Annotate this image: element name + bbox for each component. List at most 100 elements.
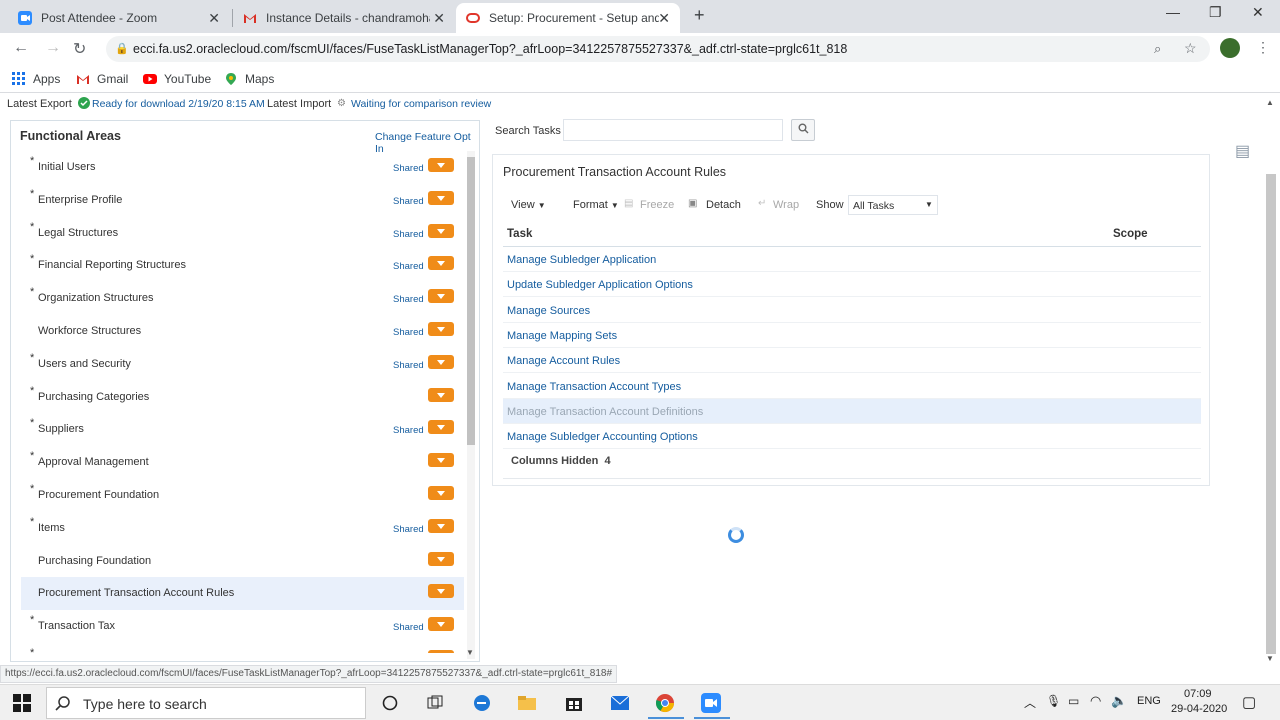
volume-icon[interactable]: 🔈 [1111, 693, 1127, 709]
expand-dropdown-icon[interactable] [428, 486, 454, 500]
task-link[interactable]: Manage Subledger Accounting Options [507, 431, 698, 443]
task-link[interactable]: Manage Transaction Account Types [507, 381, 681, 393]
bookmark-gmail[interactable]: Gmail [76, 72, 128, 86]
chrome-icon[interactable] [654, 693, 676, 713]
scrollbar-thumb[interactable] [467, 157, 475, 445]
bookmark-star-icon[interactable]: ☆ [1184, 40, 1197, 57]
browser-tab-zoom[interactable]: Post Attendee - Zoom ✕ [8, 3, 230, 33]
shared-link[interactable]: Shared [393, 261, 424, 272]
functional-area-row[interactable]: *Self Service Procurement [21, 643, 464, 653]
minimize-icon[interactable]: — [1166, 4, 1180, 20]
windows-start-icon[interactable] [11, 693, 33, 713]
cortana-icon[interactable] [379, 693, 401, 713]
scroll-down-icon[interactable]: ▼ [1266, 654, 1274, 663]
close-icon[interactable]: ✕ [658, 10, 670, 27]
functional-area-row[interactable]: * Organization Structures Shared [21, 282, 464, 315]
window-close-icon[interactable]: ✕ [1252, 4, 1264, 21]
page-scrollbar-thumb[interactable] [1266, 174, 1276, 654]
bookmark-youtube[interactable]: YouTube [143, 72, 211, 86]
shared-link[interactable]: Shared [393, 360, 424, 371]
file-explorer-icon[interactable] [516, 693, 538, 713]
address-bar[interactable]: 🔒 ecci.fa.us2.oraclecloud.com/fscmUI/fac… [106, 36, 1210, 62]
maximize-icon[interactable]: ❐ [1209, 4, 1222, 21]
wrap-button[interactable]: Wrap [773, 199, 799, 211]
bookmark-apps[interactable]: Apps [12, 72, 60, 86]
functional-area-row[interactable]: * Suppliers Shared [21, 413, 464, 446]
functional-area-row[interactable]: * Transaction Tax Shared [21, 610, 464, 643]
task-link[interactable]: Manage Subledger Application [507, 254, 656, 266]
expand-dropdown-icon[interactable] [428, 617, 454, 632]
battery-icon[interactable]: ▭ [1068, 694, 1079, 708]
taskbar-search-box[interactable]: Type here to search [46, 687, 366, 719]
expand-dropdown-icon[interactable] [428, 387, 454, 402]
view-menu[interactable]: View ▼ [511, 199, 546, 211]
back-icon[interactable]: ← [13, 39, 29, 57]
format-menu[interactable]: Format ▼ [573, 199, 619, 211]
expand-dropdown-icon[interactable] [428, 518, 454, 533]
expand-dropdown-icon[interactable] [428, 190, 454, 205]
expand-dropdown-icon[interactable] [428, 289, 454, 304]
panel-toggle-icon[interactable]: ▤ [1235, 141, 1250, 161]
bookmark-maps[interactable]: Maps [224, 72, 274, 86]
avatar[interactable] [1220, 38, 1240, 58]
forward-icon[interactable]: → [45, 39, 61, 57]
functional-area-row[interactable]: * Legal Structures Shared [21, 217, 464, 250]
task-row[interactable]: Manage Mapping Sets [503, 323, 1201, 348]
shared-link[interactable]: Shared [393, 163, 424, 174]
clock-time[interactable]: 07:09 [1184, 688, 1212, 700]
zoom-app-icon[interactable] [700, 693, 722, 713]
export-status-link[interactable]: Ready for download 2/19/20 8:15 AM [92, 98, 265, 110]
functional-area-row[interactable]: Purchasing Foundation [21, 545, 464, 578]
microphone-icon[interactable]: 🎙 [1046, 694, 1061, 708]
functional-area-row[interactable]: * Financial Reporting Structures Shared [21, 249, 464, 282]
scroll-up-icon[interactable]: ▲ [1266, 98, 1274, 107]
import-status-link[interactable]: Waiting for comparison review [351, 98, 491, 110]
mail-icon[interactable] [609, 693, 631, 713]
task-column-header[interactable]: Task [507, 228, 532, 240]
freeze-button[interactable]: Freeze [640, 199, 674, 211]
shared-link[interactable]: Shared [393, 196, 424, 207]
task-row[interactable]: Manage Transaction Account Definitions [503, 398, 1201, 424]
store-icon[interactable] [563, 693, 585, 713]
shared-link[interactable]: Shared [393, 327, 424, 338]
new-tab-icon[interactable]: + [694, 5, 705, 26]
task-link[interactable]: Manage Transaction Account Definitions [507, 406, 703, 418]
functional-area-row[interactable]: * Approval Management [21, 446, 464, 479]
functional-area-row[interactable]: * Purchasing Categories [21, 381, 464, 414]
expand-dropdown-icon[interactable] [428, 354, 454, 369]
task-view-icon[interactable] [424, 693, 446, 713]
task-link[interactable]: Manage Sources [507, 305, 590, 317]
browser-tab-gmail[interactable]: Instance Details - chandramohar ✕ [233, 3, 455, 33]
shared-link[interactable]: Shared [393, 425, 424, 436]
expand-dropdown-icon[interactable] [428, 322, 454, 336]
menu-icon[interactable]: ⋮ [1256, 39, 1270, 56]
scroll-down-icon[interactable]: ▼ [466, 648, 474, 657]
close-icon[interactable]: ✕ [433, 10, 445, 27]
reload-icon[interactable]: ↻ [73, 39, 86, 59]
wifi-icon[interactable]: ◠ [1090, 693, 1101, 709]
functional-area-row[interactable]: * Items Shared [21, 512, 464, 545]
functional-area-row[interactable]: * Enterprise Profile Shared [21, 184, 464, 217]
search-button[interactable] [791, 119, 815, 141]
task-link[interactable]: Update Subledger Application Options [507, 279, 693, 291]
task-row[interactable]: Manage Sources [503, 298, 1201, 323]
search-tasks-input[interactable] [563, 119, 783, 141]
detach-button[interactable]: Detach [706, 199, 741, 211]
functional-area-row[interactable]: Workforce Structures Shared [21, 315, 464, 348]
clock-date[interactable]: 29-04-2020 [1171, 703, 1227, 715]
task-link[interactable]: Manage Mapping Sets [507, 330, 617, 342]
show-hidden-icons-icon[interactable]: ︿ [1024, 694, 1036, 711]
expand-dropdown-icon[interactable] [428, 584, 454, 599]
expand-dropdown-icon[interactable] [428, 650, 454, 653]
functional-area-row[interactable]: Procurement Transaction Account Rules [21, 577, 464, 611]
shared-link[interactable]: Shared [393, 294, 424, 305]
functional-area-row[interactable]: * Initial Users Shared [21, 151, 464, 184]
functional-area-row[interactable]: * Users and Security Shared [21, 348, 464, 381]
shared-link[interactable]: Shared [393, 229, 424, 240]
expand-dropdown-icon[interactable] [428, 551, 454, 566]
expand-dropdown-icon[interactable] [428, 158, 454, 172]
shared-link[interactable]: Shared [393, 622, 424, 633]
expand-dropdown-icon[interactable] [428, 223, 454, 238]
task-row[interactable]: Manage Subledger Accounting Options [503, 424, 1201, 450]
notifications-icon[interactable]: ▢ [1242, 693, 1256, 711]
